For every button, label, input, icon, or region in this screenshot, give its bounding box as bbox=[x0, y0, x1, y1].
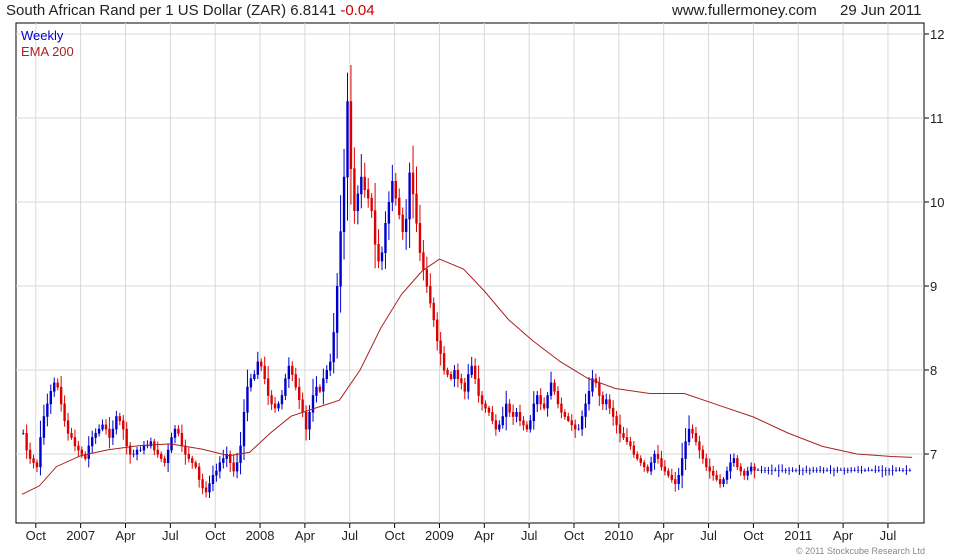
x-tick-label: 2007 bbox=[66, 528, 95, 543]
x-tick-label: Jul bbox=[162, 528, 179, 543]
x-tick-label: Oct bbox=[205, 528, 226, 543]
x-tick-label: Jul bbox=[880, 528, 897, 543]
x-tick-label: Apr bbox=[295, 528, 316, 543]
legend-ema-200: EMA 200 bbox=[21, 44, 74, 59]
x-tick-label: Apr bbox=[654, 528, 675, 543]
x-tick-label: Apr bbox=[474, 528, 495, 543]
y-axis: 7 8 9 10 11 12 bbox=[924, 27, 944, 462]
y-tick-label: 11 bbox=[930, 111, 944, 126]
y-tick-label: 12 bbox=[930, 27, 944, 42]
x-tick-label: Jul bbox=[521, 528, 538, 543]
y-tick-label: 8 bbox=[930, 363, 937, 378]
x-tick-label: 2008 bbox=[246, 528, 275, 543]
candlestick-chart: 7 8 9 10 11 12 Oct 2007 Apr Jul Oct 2008 Apr Jul Oct 2… bbox=[15, 22, 944, 556]
y-tick-label: 9 bbox=[930, 279, 937, 294]
x-tick-label: Apr bbox=[833, 528, 854, 543]
x-tick-label: Oct bbox=[26, 528, 47, 543]
x-tick-label: Oct bbox=[384, 528, 405, 543]
legend-weekly: Weekly bbox=[21, 28, 64, 43]
x-axis: Oct 2007 Apr Jul Oct 2008 Apr Jul Oct 2009 Apr Jul O… bbox=[26, 523, 897, 543]
candles bbox=[22, 65, 912, 499]
y-tick-label: 10 bbox=[930, 195, 944, 210]
x-tick-label: Jul bbox=[700, 528, 717, 543]
x-tick-label: Jul bbox=[341, 528, 358, 543]
x-tick-label: 2011 bbox=[784, 528, 812, 543]
plot-frame bbox=[15, 22, 925, 524]
x-tick-label: Apr bbox=[115, 528, 136, 543]
y-tick-label: 7 bbox=[930, 447, 937, 462]
x-tick-label: 2010 bbox=[604, 528, 633, 543]
x-tick-label: Oct bbox=[564, 528, 585, 543]
chart-window: South African Rand per 1 US Dollar (ZAR)… bbox=[0, 0, 980, 560]
x-tick-label: 2009 bbox=[425, 528, 454, 543]
grid-lines bbox=[16, 23, 924, 523]
x-tick-label: Oct bbox=[743, 528, 764, 543]
copyright-text: © 2011 Stockcube Research Ltd bbox=[796, 546, 925, 556]
